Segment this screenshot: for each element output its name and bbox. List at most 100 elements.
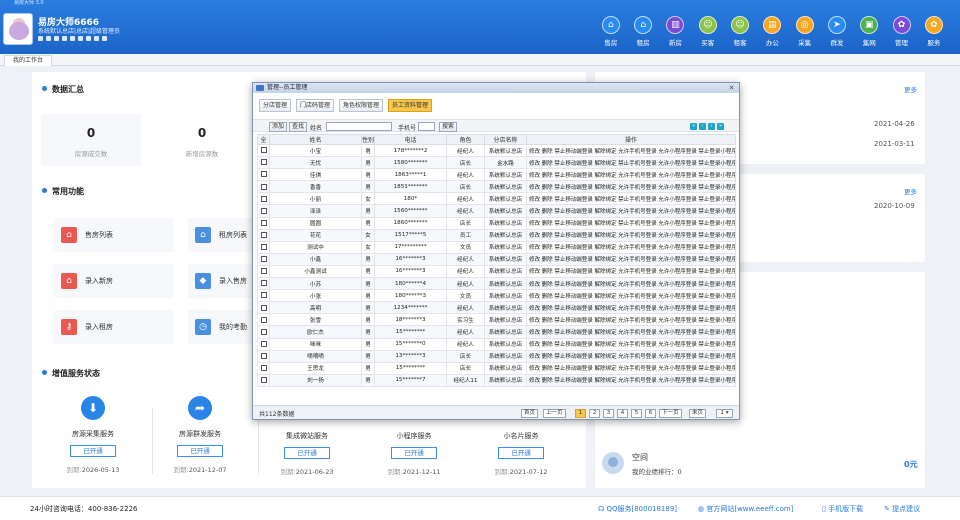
- module-10[interactable]: ✿ 服务: [918, 16, 950, 47]
- prev-page-icon[interactable]: ‹: [699, 123, 706, 130]
- more-link[interactable]: 更多: [904, 186, 917, 196]
- cell-actions[interactable]: 修改 删除 禁止移动端登录 解除绑定 允许手机号登录 允许小程序登录 禁止登录小…: [526, 204, 736, 218]
- row-checkbox[interactable]: [260, 364, 267, 371]
- cell-actions[interactable]: 修改 删除 禁止移动端登录 解除绑定 允许手机号登录 允许小程序登录 禁止登录小…: [526, 337, 736, 351]
- cell-actions[interactable]: 修改 删除 禁止移动端登录 解除绑定 允许手机号登录 允许小程序登录 禁止登录小…: [526, 349, 736, 363]
- lock-icon[interactable]: [102, 36, 107, 41]
- service-status-button[interactable]: 已开通: [177, 445, 223, 457]
- add-button[interactable]: 添加: [269, 122, 288, 132]
- row-checkbox[interactable]: [260, 219, 267, 226]
- table-row[interactable]: 佳琪男 1863*****1 经纪人 系统默认总店 修改 删除 禁止移动端登录 解除绑定…: [257, 168, 736, 182]
- table-row[interactable]: 刘一扬男 15*******7 经纪人11 系统默认总店 修改 删除 禁止移动端登录 解…: [257, 373, 736, 387]
- cell-actions[interactable]: 修改 删除 禁止移动端登录 解除绑定 禁止手机号登录 允许小程序登录 禁止登录小…: [526, 192, 736, 206]
- function-tile[interactable]: ⚷ 录入租房: [54, 310, 174, 344]
- table-row[interactable]: 小宝男 178*******2 经纪人 系统默认总店 修改 删除 禁止移动端登录 解除绑…: [257, 143, 736, 158]
- service-status-button[interactable]: 已开通: [391, 447, 437, 459]
- module-4[interactable]: ☺ 租客: [724, 16, 756, 47]
- table-row[interactable]: 张雪男 18*******3 实习生 系统默认总店 修改 删除 禁止移动端登录 解除绑定…: [257, 313, 736, 327]
- cell-actions[interactable]: 修改 删除 禁止移动端登录 解除绑定 允许手机号登录 允许小程序登录 禁止登录小…: [526, 313, 736, 327]
- table-row[interactable]: 欧仁杰男 15******** 经纪人 系统默认总店 修改 删除 禁止移动端登录 解除绑…: [257, 325, 736, 339]
- table-row[interactable]: 香香男 1851******* 店长 系统默认总店 修改 删除 禁止移动端登录 解除绑定…: [257, 180, 736, 194]
- row-checkbox[interactable]: [260, 231, 267, 238]
- last-page-icon[interactable]: »: [717, 123, 724, 130]
- qq-service-link[interactable]: ☊ QQ服务[800018189]: [598, 504, 677, 514]
- mobile-download-link[interactable]: ▯ 手机版下载: [822, 504, 863, 514]
- service-status-button[interactable]: 已开通: [70, 445, 116, 457]
- cell-actions[interactable]: 修改 删除 禁止移动端登录 解除绑定 允许手机号登录 允许小程序登录 禁止登录小…: [526, 168, 736, 182]
- page-number[interactable]: 5: [631, 409, 642, 418]
- first-page-button[interactable]: 首页: [521, 409, 539, 418]
- more-link[interactable]: 更多: [904, 84, 917, 94]
- table-row[interactable]: 王思龙男 15******** 店长 系统默认总店 修改 删除 禁止移动端登录 解除绑定…: [257, 361, 736, 375]
- tab-1[interactable]: 门店码管理: [296, 99, 335, 112]
- page-number[interactable]: 1: [575, 409, 586, 418]
- cell-actions[interactable]: 修改 删除 禁止移动端登录 解除绑定 允许手机号登录 允许小程序登录 禁止登录小…: [526, 180, 736, 194]
- row-checkbox[interactable]: [260, 304, 267, 311]
- last-page-button[interactable]: 末页: [689, 409, 707, 418]
- next-page-icon[interactable]: ›: [708, 123, 715, 130]
- row-checkbox[interactable]: [260, 183, 267, 190]
- website-link[interactable]: ◍ 官方网站[www.eeeff.com]: [698, 504, 793, 514]
- table-row[interactable]: 嘀嘀嘀男 13*******3 店长 系统默认总店 修改 删除 禁止移动端登录 解除绑定…: [257, 349, 736, 363]
- prev-page-button[interactable]: 上一页: [543, 409, 566, 418]
- row-checkbox[interactable]: [260, 195, 267, 202]
- module-9[interactable]: ✿ 管理: [885, 16, 917, 47]
- cell-actions[interactable]: 修改 删除 禁止移动端登录 解除绑定 允许手机号登录 允许小程序登录 禁止登录小…: [526, 325, 736, 339]
- row-checkbox[interactable]: [260, 280, 267, 287]
- name-input[interactable]: [326, 122, 392, 131]
- search-button[interactable]: 搜索: [439, 122, 458, 132]
- row-checkbox[interactable]: [260, 352, 267, 359]
- row-checkbox[interactable]: [260, 147, 267, 154]
- page-number[interactable]: 2: [589, 409, 600, 418]
- table-row[interactable]: 高明男 1234******* 经纪人 系统默认总店 修改 删除 禁止移动端登录 解除绑…: [257, 301, 736, 315]
- row-checkbox[interactable]: [260, 292, 267, 299]
- module-3[interactable]: ☺ 买客: [692, 16, 724, 47]
- cell-actions[interactable]: 修改 删除 禁止移动端登录 解除绑定 禁止手机号登录 允许小程序登录 禁止登录小…: [526, 156, 736, 170]
- module-8[interactable]: ▣ 集网: [853, 16, 885, 47]
- row-checkbox[interactable]: [260, 316, 267, 323]
- help-icon[interactable]: [94, 36, 99, 41]
- tab-workbench[interactable]: 我的工作台: [4, 55, 53, 66]
- table-row[interactable]: 无忧男 1580******* 店长 金水路 修改 删除 禁止移动端登录 解除绑定 禁止…: [257, 156, 736, 170]
- mail-icon[interactable]: [54, 36, 59, 41]
- cell-actions[interactable]: 修改 删除 禁止移动端登录 解除绑定 允许手机号登录 允许小程序登录 禁止登录小…: [526, 240, 736, 254]
- page-number[interactable]: 6: [645, 409, 656, 418]
- chat-icon[interactable]: [62, 36, 67, 41]
- row-checkbox[interactable]: [260, 159, 267, 166]
- module-5[interactable]: ▤ 办公: [756, 16, 788, 47]
- table-row[interactable]: 小鑫男 16*******3 经纪人 系统默认总店 修改 删除 禁止移动端登录 解除绑定…: [257, 252, 736, 266]
- function-tile[interactable]: ⌂ 录入新房: [54, 264, 174, 298]
- row-checkbox[interactable]: [260, 256, 267, 263]
- tab-0[interactable]: 分店管理: [259, 99, 292, 112]
- cell-actions[interactable]: 修改 删除 禁止移动端登录 解除绑定 允许手机号登录 允许小程序登录 禁止登录小…: [526, 264, 736, 279]
- row-checkbox[interactable]: [260, 340, 267, 347]
- home-icon[interactable]: [38, 36, 43, 41]
- row-checkbox[interactable]: [260, 377, 267, 384]
- row-checkbox[interactable]: [260, 207, 267, 214]
- table-row[interactable]: 圆圆男 1860******* 店长 系统默认总店 修改 删除 禁止移动端登录 解除绑定…: [257, 216, 736, 230]
- close-icon[interactable]: ✕: [727, 84, 736, 92]
- module-2[interactable]: ▥ 新房: [659, 16, 691, 47]
- row-checkbox[interactable]: [260, 244, 267, 251]
- page-number[interactable]: 4: [617, 409, 628, 418]
- function-tile[interactable]: ⌂ 售房列表: [54, 218, 174, 252]
- tab-2[interactable]: 角色权限管理: [339, 99, 384, 112]
- cell-actions[interactable]: 修改 删除 禁止移动端登录 解除绑定 允许手机号登录 允许小程序登录 禁止登录小…: [526, 252, 736, 266]
- phone-input[interactable]: [418, 122, 435, 131]
- feedback-link[interactable]: ✎ 提点建议: [884, 504, 920, 514]
- avatar[interactable]: [3, 13, 33, 45]
- column-header[interactable]: 全: [257, 134, 270, 145]
- first-page-icon[interactable]: «: [690, 123, 697, 130]
- table-row[interactable]: 测试中女 17********* 文员 系统默认总店 修改 删除 禁止移动端登录 解除绑…: [257, 240, 736, 254]
- next-page-button[interactable]: 下一页: [659, 409, 682, 418]
- cell-actions[interactable]: 修改 删除 禁止移动端登录 解除绑定 允许手机号登录 允许小程序登录 禁止登录小…: [526, 289, 736, 303]
- service-status-button[interactable]: 已开通: [498, 447, 544, 459]
- table-row[interactable]: 小张男 180******3 文员 系统默认总店 修改 删除 禁止移动端登录 解除绑定 …: [257, 289, 736, 303]
- page-number[interactable]: 3: [603, 409, 614, 418]
- table-row[interactable]: 咪咪男 15*******0 经纪人 系统默认总店 修改 删除 禁止移动端登录 解除绑定…: [257, 337, 736, 351]
- phone-icon[interactable]: [70, 36, 75, 41]
- row-checkbox[interactable]: [260, 171, 267, 178]
- module-1[interactable]: ⌂ 租房: [627, 16, 659, 47]
- cell-actions[interactable]: 修改 删除 禁止移动端登录 解除绑定 允许手机号登录 允许小程序登录 禁止登录小…: [526, 301, 736, 315]
- cell-actions[interactable]: 修改 删除 禁止移动端登录 解除绑定 允许手机号登录 允许小程序登录 禁止登录小…: [526, 228, 736, 242]
